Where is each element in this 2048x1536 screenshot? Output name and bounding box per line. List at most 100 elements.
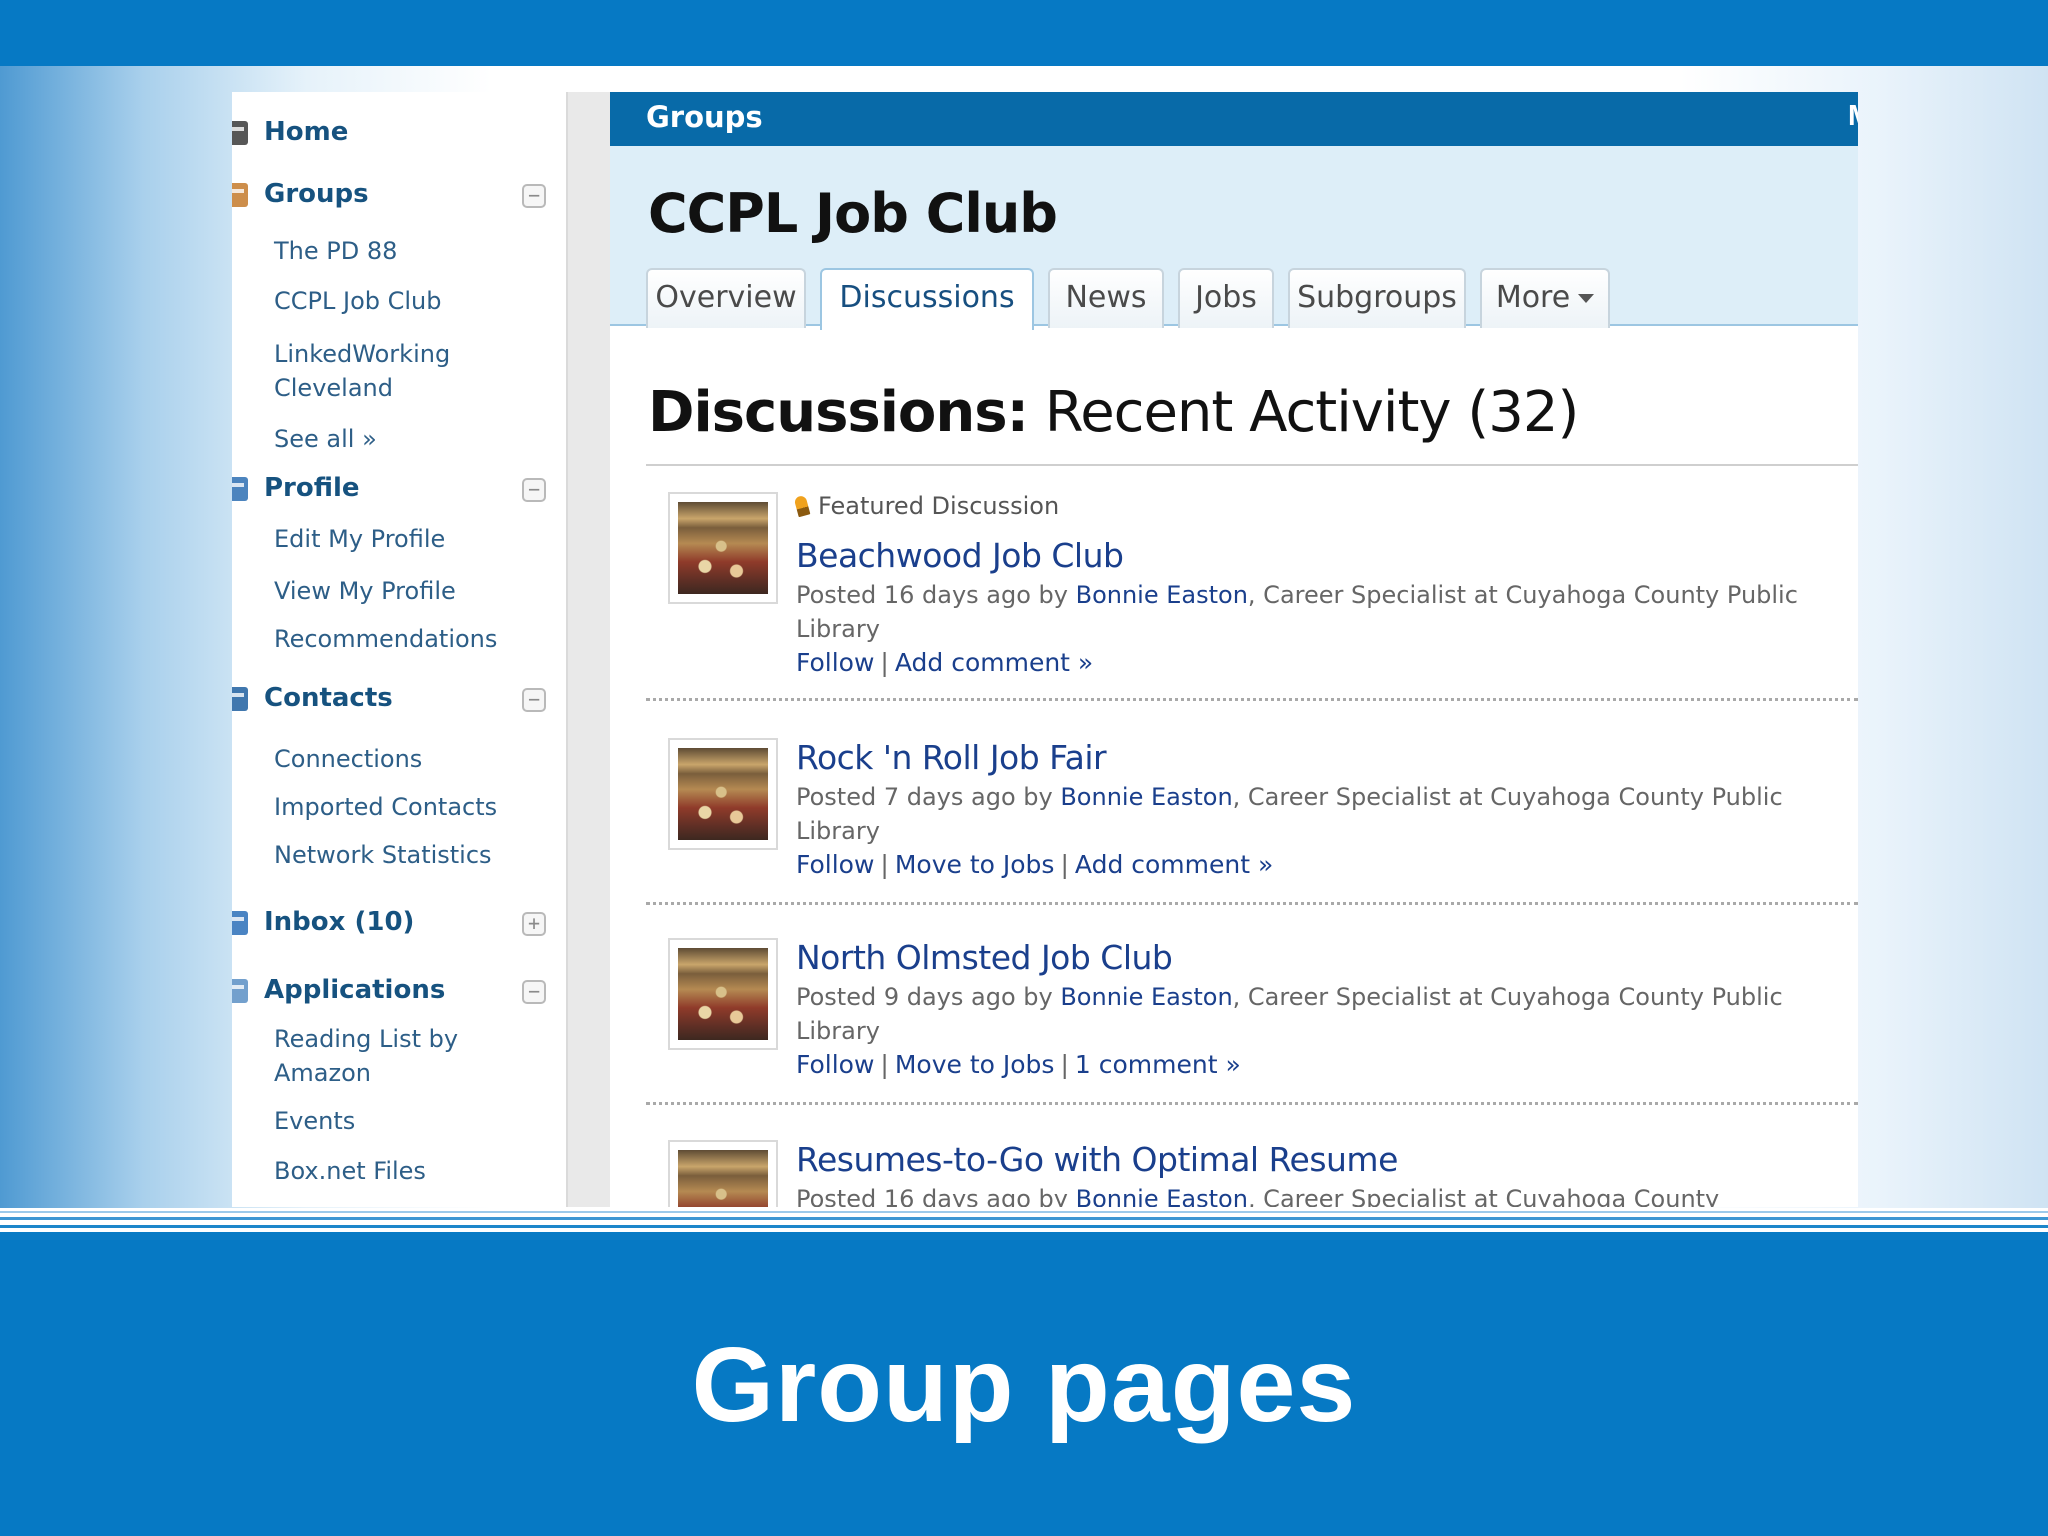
author-link[interactable]: Bonnie Easton xyxy=(1060,983,1232,1011)
heading-divider xyxy=(646,464,1858,466)
sidebar-link[interactable]: Imported Contacts xyxy=(274,790,534,824)
discussion-title-link[interactable]: Beachwood Job Club xyxy=(796,536,1124,575)
sidebar-section-label: Profile xyxy=(264,473,360,503)
banner-cut-text: M xyxy=(1848,100,1858,133)
inbox-icon xyxy=(232,905,252,939)
tab-overview[interactable]: Overview xyxy=(646,268,806,328)
tab-label: Subgroups xyxy=(1297,280,1457,315)
sidebar-link[interactable]: Reading List by Amazon xyxy=(274,1022,534,1090)
tab-jobs[interactable]: Jobs xyxy=(1178,268,1274,328)
discussion-meta: Posted 7 days ago by Bonnie Easton, Care… xyxy=(796,780,1858,848)
page-title: CCPL Job Club xyxy=(648,182,1058,245)
tab-subgroups[interactable]: Subgroups xyxy=(1288,268,1466,328)
discussion-thumbnail[interactable] xyxy=(668,938,778,1050)
groups-banner: Groups M xyxy=(610,92,1858,146)
tab-label: Jobs xyxy=(1195,280,1257,315)
collapse-toggle[interactable]: − xyxy=(522,688,546,712)
author-link[interactable]: Bonnie Easton xyxy=(1076,581,1248,609)
sidebar-link[interactable]: Box.net Files xyxy=(274,1154,534,1188)
posted-text: Posted 16 days ago by xyxy=(796,1185,1076,1207)
contacts-icon xyxy=(232,681,252,715)
action-separator: | xyxy=(1060,850,1069,879)
tab-label: Discussions xyxy=(839,280,1015,315)
screenshot-frame: Home Groups − The PD 88 CCPL Job Club LinkedW… xyxy=(232,92,1858,1207)
author-link[interactable]: Bonnie Easton xyxy=(1060,783,1232,811)
discussion-action-link[interactable]: Add comment » xyxy=(1075,850,1273,879)
discussion-action-link[interactable]: Follow xyxy=(796,850,874,879)
heading-rest: Recent Activity (32) xyxy=(1028,380,1580,445)
sidebar-section-label: Contacts xyxy=(264,683,393,713)
tab-label: More xyxy=(1495,280,1571,315)
sidebar-section-label: Inbox (10) xyxy=(264,907,415,937)
slide-stripes xyxy=(0,1208,2048,1240)
sidebar-link[interactable]: CCPL Job Club xyxy=(274,284,534,318)
discussion-action-link[interactable]: 1 comment » xyxy=(1075,1050,1241,1079)
discussions-heading: Discussions: Recent Activity (32) xyxy=(648,380,1580,445)
discussion-thumbnail[interactable] xyxy=(668,1140,778,1207)
sidebar-link[interactable]: Recommendations xyxy=(274,622,534,656)
discussion-title-link[interactable]: Resumes-to-Go with Optimal Resume xyxy=(796,1140,1398,1179)
main-content: Groups M CCPL Job Club Overview Discussi… xyxy=(610,92,1858,1207)
sidebar-link[interactable]: Connections xyxy=(274,742,534,776)
collapse-toggle[interactable]: − xyxy=(522,980,546,1004)
discussion-thumbnail[interactable] xyxy=(668,492,778,604)
action-separator: | xyxy=(1060,1050,1069,1079)
sidebar-link[interactable]: Network Statistics xyxy=(274,838,534,872)
item-divider xyxy=(646,698,1858,701)
featured-label: Featured Discussion xyxy=(793,492,1059,520)
discussion-title-link[interactable]: North Olmsted Job Club xyxy=(796,938,1173,977)
discussion-thumbnail[interactable] xyxy=(668,738,778,850)
discussion-meta: Posted 9 days ago by Bonnie Easton, Care… xyxy=(796,980,1858,1048)
sidebar-link[interactable]: The PD 88 xyxy=(274,234,534,268)
posted-text: Posted 7 days ago by xyxy=(796,783,1061,811)
groups-icon xyxy=(232,177,252,211)
sidebar-section-inbox-10[interactable]: Inbox (10) + xyxy=(232,904,566,940)
discussion-action-link[interactable]: Follow xyxy=(796,648,874,677)
expand-toggle[interactable]: + xyxy=(522,912,546,936)
tab-label: Overview xyxy=(655,280,797,315)
sidebar-link[interactable]: Edit My Profile xyxy=(274,522,534,556)
tab-label: News xyxy=(1065,280,1147,315)
sidebar-section-label: Applications xyxy=(264,975,446,1005)
pin-icon xyxy=(793,494,811,518)
posted-text: Posted 9 days ago by xyxy=(796,983,1061,1011)
thumbnail-photo xyxy=(678,1150,768,1207)
sidebar-link[interactable]: View My Profile xyxy=(274,574,534,608)
sidebar-section-groups[interactable]: Groups − xyxy=(232,176,566,212)
discussion-actions: Follow | Move to Jobs | 1 comment » xyxy=(796,1050,1241,1079)
applications-icon xyxy=(232,973,252,1007)
posted-text: Posted 16 days ago by xyxy=(796,581,1076,609)
sidebar-section-home[interactable]: Home xyxy=(232,114,566,150)
sidebar-section-applications[interactable]: Applications − xyxy=(232,972,566,1008)
thumbnail-photo xyxy=(678,948,768,1040)
sidebar-link[interactable]: LinkedWorking Cleveland xyxy=(274,337,534,405)
thumbnail-photo xyxy=(678,748,768,840)
collapse-toggle[interactable]: − xyxy=(522,184,546,208)
tab-more[interactable]: More xyxy=(1480,268,1610,328)
sidebar-section-contacts[interactable]: Contacts − xyxy=(232,680,566,716)
tab-discussions[interactable]: Discussions xyxy=(820,268,1034,330)
discussion-title-link[interactable]: Rock 'n Roll Job Fair xyxy=(796,738,1107,777)
sidebar-section-label: Groups xyxy=(264,179,369,209)
discussion-action-link[interactable]: Follow xyxy=(796,1050,874,1079)
left-sidebar: Home Groups − The PD 88 CCPL Job Club LinkedW… xyxy=(232,92,566,1207)
action-separator: | xyxy=(880,1050,889,1079)
discussion-action-link[interactable]: Add comment » xyxy=(895,648,1093,677)
item-divider xyxy=(646,1102,1858,1105)
tab-news[interactable]: News xyxy=(1048,268,1164,328)
item-divider xyxy=(646,902,1858,905)
action-separator: | xyxy=(880,850,889,879)
sidebar-section-label: Home xyxy=(264,117,349,147)
discussion-action-link[interactable]: Move to Jobs xyxy=(895,850,1055,879)
author-link[interactable]: Bonnie Easton xyxy=(1076,1185,1248,1207)
discussion-action-link[interactable]: Move to Jobs xyxy=(895,1050,1055,1079)
author-role: , Career Specialist at Cuyahoga County xyxy=(1247,1185,1720,1207)
thumbnail-photo xyxy=(678,502,768,594)
discussion-meta: Posted 16 days ago by Bonnie Easton, Car… xyxy=(796,578,1858,646)
sidebar-link[interactable]: See all » xyxy=(274,422,534,456)
sidebar-link[interactable]: Events xyxy=(274,1104,534,1138)
chevron-down-icon xyxy=(1578,294,1595,303)
sidebar-section-profile[interactable]: Profile − xyxy=(232,470,566,506)
discussion-actions: Follow | Add comment » xyxy=(796,648,1093,677)
collapse-toggle[interactable]: − xyxy=(522,478,546,502)
